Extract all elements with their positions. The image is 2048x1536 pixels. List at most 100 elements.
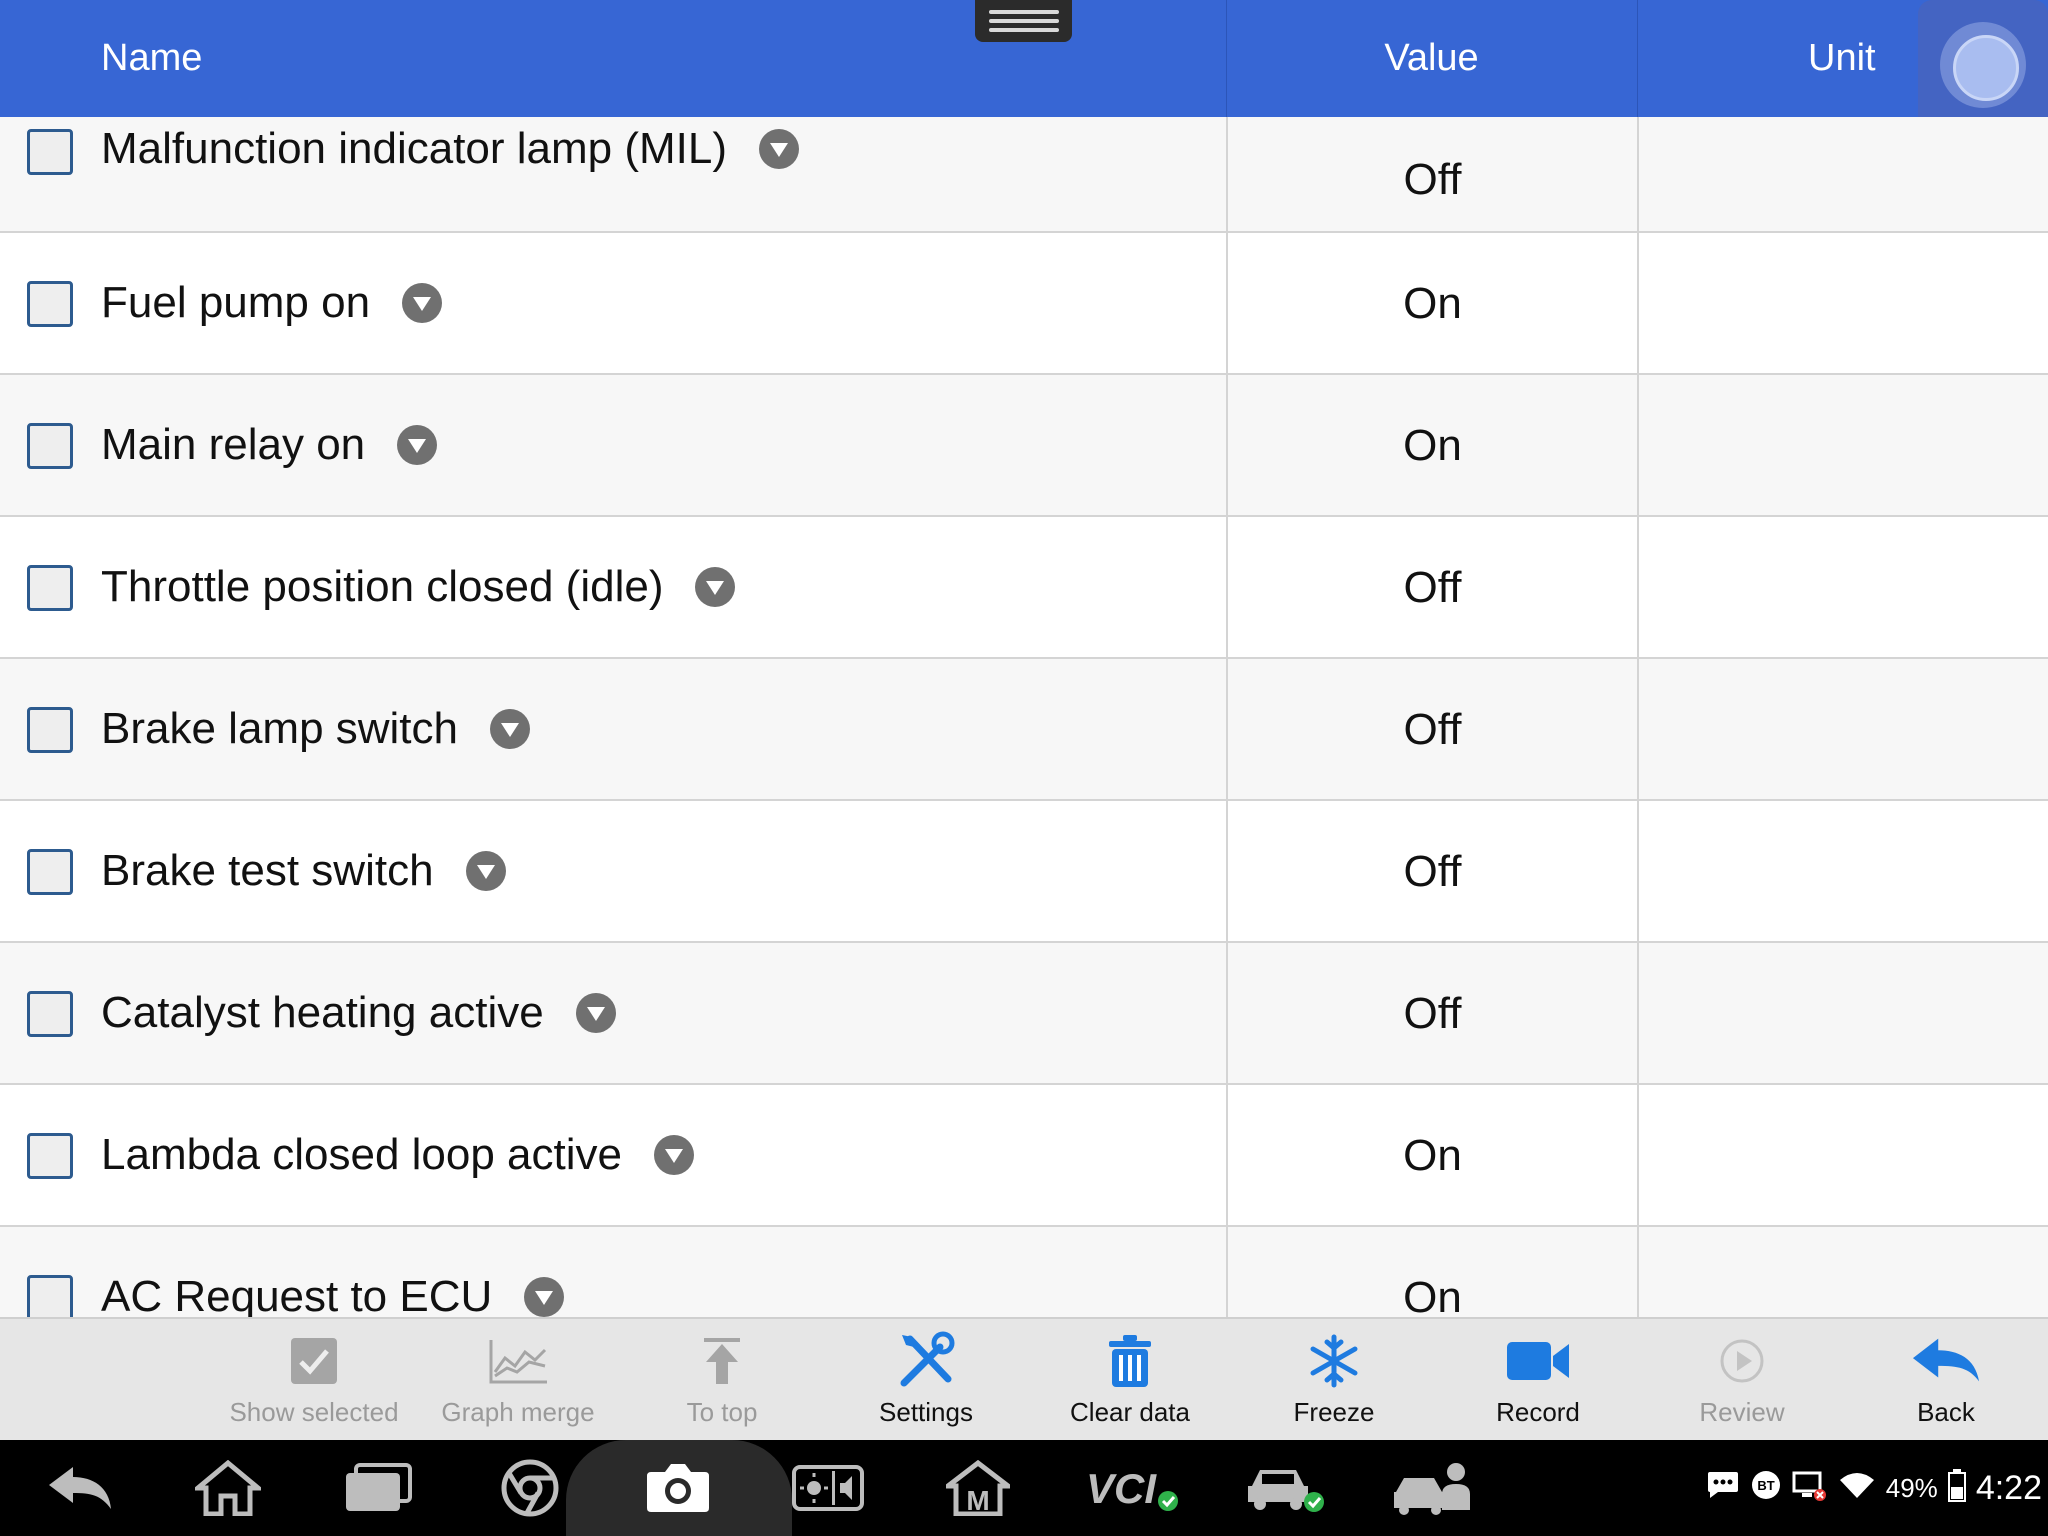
- row-name-cell: Brake test switch: [101, 846, 506, 896]
- parameter-name: Main relay on: [101, 420, 366, 469]
- row-value: Off: [1226, 801, 1637, 943]
- dropdown-arrow-icon[interactable]: [575, 993, 616, 1033]
- graph-merge-icon: [483, 1329, 553, 1393]
- row-unit: [1637, 801, 2048, 943]
- to-top-button[interactable]: To top: [620, 1319, 824, 1440]
- brightness-volume-icon[interactable]: [788, 1440, 868, 1536]
- graph-merge-button[interactable]: Graph merge: [416, 1319, 620, 1440]
- record-label: Record: [1496, 1397, 1580, 1427]
- table-row[interactable]: AC Request to ECU On: [0, 1227, 2048, 1317]
- parameter-name: Fuel pump on: [101, 278, 371, 327]
- checkbox-checked-icon: [279, 1329, 349, 1393]
- column-header-unit-label: Unit: [1808, 37, 1876, 79]
- row-checkbox[interactable]: [27, 991, 73, 1037]
- clock: 4:22: [1975, 1468, 2042, 1507]
- drag-handle[interactable]: [975, 0, 1072, 42]
- row-value: Off: [1226, 117, 1637, 233]
- row-unit: [1637, 233, 2048, 375]
- clear-data-label: Clear data: [1070, 1397, 1190, 1427]
- table-row[interactable]: Fuel pump on On: [0, 233, 2048, 375]
- floating-assistive-button[interactable]: [1918, 0, 2048, 130]
- row-checkbox[interactable]: [27, 1133, 73, 1179]
- row-value: On: [1226, 1227, 1637, 1317]
- clear-data-button[interactable]: Clear data: [1028, 1319, 1232, 1440]
- parameter-name: Malfunction indicator lamp (MIL): [101, 124, 728, 173]
- snowflake-icon: [1299, 1329, 1369, 1393]
- status-bar: BT 49% 4:22: [1706, 1440, 2042, 1536]
- parameter-name: Lambda closed loop active: [101, 1130, 622, 1179]
- record-button[interactable]: Record: [1436, 1319, 1640, 1440]
- table-row[interactable]: Malfunction indicator lamp (MIL) Off: [0, 117, 2048, 233]
- row-checkbox[interactable]: [27, 849, 73, 895]
- back-button[interactable]: Back: [1844, 1319, 2048, 1440]
- row-unit: [1637, 117, 2048, 233]
- battery-icon: [1947, 1468, 1966, 1509]
- review-button[interactable]: Review: [1640, 1319, 1844, 1440]
- column-header-value[interactable]: Value: [1226, 0, 1636, 117]
- vci-connected-icon[interactable]: VCI: [1082, 1440, 1182, 1536]
- trash-icon: [1095, 1329, 1165, 1393]
- row-checkbox[interactable]: [27, 423, 73, 469]
- play-circle-icon: [1707, 1329, 1777, 1393]
- row-checkbox[interactable]: [27, 129, 73, 175]
- dropdown-arrow-icon[interactable]: [402, 283, 443, 323]
- nav-home-icon[interactable]: [188, 1440, 268, 1536]
- bluetooth-badge-icon: BT: [1750, 1469, 1782, 1508]
- row-name-cell: Lambda closed loop active: [101, 1130, 694, 1180]
- table-row[interactable]: Throttle position closed (idle) Off: [0, 517, 2048, 659]
- table-row[interactable]: Main relay on On: [0, 375, 2048, 517]
- row-value: On: [1226, 233, 1637, 375]
- chrome-icon[interactable]: [490, 1440, 570, 1536]
- row-unit: [1637, 659, 2048, 801]
- vehicle-connected-icon[interactable]: [1236, 1440, 1336, 1536]
- screenshot-camera-icon[interactable]: [638, 1440, 718, 1536]
- row-value: Off: [1226, 943, 1637, 1085]
- graph-merge-label: Graph merge: [441, 1397, 595, 1427]
- freeze-button[interactable]: Freeze: [1232, 1319, 1436, 1440]
- row-name-cell: Fuel pump on: [101, 278, 443, 328]
- table-row[interactable]: Brake lamp switch Off: [0, 659, 2048, 801]
- nav-recent-apps-icon[interactable]: [338, 1440, 418, 1536]
- row-checkbox[interactable]: [27, 565, 73, 611]
- show-selected-label: Show selected: [229, 1397, 399, 1427]
- row-name-cell: Main relay on: [101, 420, 438, 470]
- column-header-name[interactable]: Name: [101, 0, 202, 117]
- dropdown-arrow-icon[interactable]: [759, 129, 800, 169]
- dropdown-arrow-icon[interactable]: [695, 567, 736, 607]
- bluetooth-label: BT: [1757, 1478, 1774, 1493]
- data-stream-list[interactable]: Malfunction indicator lamp (MIL) Off Fuel …: [0, 117, 2048, 1317]
- dropdown-arrow-icon[interactable]: [524, 1277, 565, 1317]
- dropdown-arrow-icon[interactable]: [397, 425, 438, 465]
- show-selected-button[interactable]: Show selected: [212, 1319, 416, 1440]
- review-label: Review: [1699, 1397, 1785, 1427]
- parameter-name: Throttle position closed (idle): [101, 562, 664, 611]
- wifi-icon: [1838, 1470, 1876, 1507]
- parameter-name: Brake lamp switch: [101, 704, 459, 753]
- row-checkbox[interactable]: [27, 281, 73, 327]
- row-checkbox[interactable]: [27, 707, 73, 753]
- dropdown-arrow-icon[interactable]: [465, 851, 506, 891]
- row-unit: [1637, 375, 2048, 517]
- dropdown-arrow-icon[interactable]: [490, 709, 531, 749]
- table-row[interactable]: Lambda closed loop active On: [0, 1085, 2048, 1227]
- row-value: Off: [1226, 659, 1637, 801]
- nav-back-icon[interactable]: [40, 1440, 120, 1536]
- row-name-cell: Malfunction indicator lamp (MIL): [101, 124, 800, 174]
- dropdown-arrow-icon[interactable]: [654, 1135, 694, 1175]
- table-row[interactable]: Catalyst heating active Off: [0, 943, 2048, 1085]
- bottom-toolbar: Show selected Graph merge To top Setting…: [0, 1317, 2048, 1440]
- row-value: Off: [1226, 517, 1637, 659]
- back-label: Back: [1917, 1397, 1975, 1427]
- settings-button[interactable]: Settings: [824, 1319, 1028, 1440]
- to-top-label: To top: [686, 1397, 758, 1427]
- maxifix-icon[interactable]: M: [938, 1440, 1018, 1536]
- battery-percent: 49%: [1885, 1472, 1938, 1503]
- row-name-cell: Catalyst heating active: [101, 988, 616, 1038]
- parameter-name: AC Request to ECU: [101, 1272, 493, 1317]
- screen: Name Value Unit Malfunction indicator la…: [0, 0, 2048, 1536]
- table-row[interactable]: Brake test switch Off: [0, 801, 2048, 943]
- row-checkbox[interactable]: [27, 1275, 73, 1317]
- row-value: On: [1226, 375, 1637, 517]
- car-service-icon[interactable]: [1384, 1440, 1484, 1536]
- row-name-cell: Brake lamp switch: [101, 704, 531, 754]
